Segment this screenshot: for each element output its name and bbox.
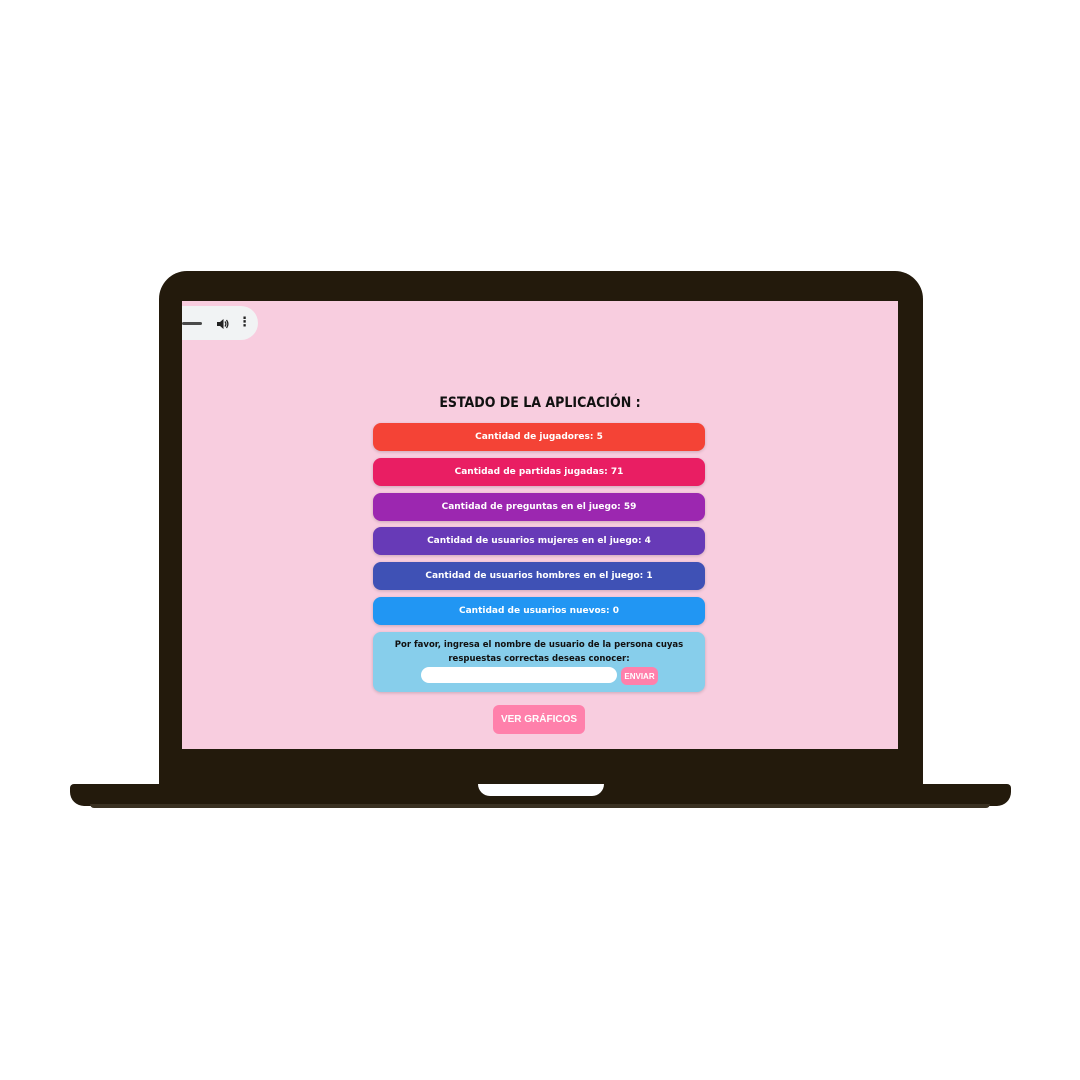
view-charts-button[interactable]: VER GRÁFICOS	[493, 705, 585, 734]
username-input[interactable]	[421, 667, 617, 683]
user-query-form: Por favor, ingresa el nombre de usuario …	[373, 632, 705, 692]
laptop-foot	[90, 804, 990, 808]
media-controls: ⋮	[182, 306, 258, 340]
media-progress-slider[interactable]	[182, 322, 202, 325]
stat-male-users: Cantidad de usuarios hombres en el juego…	[373, 562, 705, 590]
query-prompt: Por favor, ingresa el nombre de usuario …	[394, 640, 684, 664]
volume-icon[interactable]	[216, 316, 230, 330]
stat-new-users: Cantidad de usuarios nuevos: 0	[373, 597, 705, 625]
laptop-notch	[478, 784, 604, 796]
stat-female-users: Cantidad de usuarios mujeres en el juego…	[373, 527, 705, 555]
app-screen: ⋮ ESTADO DE LA APLICACIÓN : Cantidad de …	[182, 301, 898, 749]
stat-questions: Cantidad de preguntas en el juego: 59	[373, 493, 705, 521]
stat-games-played: Cantidad de partidas jugadas: 71	[373, 458, 705, 486]
more-vert-icon[interactable]: ⋮	[238, 314, 251, 332]
send-button[interactable]: ENVIAR	[621, 667, 658, 685]
stat-players: Cantidad de jugadores: 5	[373, 423, 705, 451]
page-title: ESTADO DE LA APLICACIÓN :	[439, 395, 641, 411]
